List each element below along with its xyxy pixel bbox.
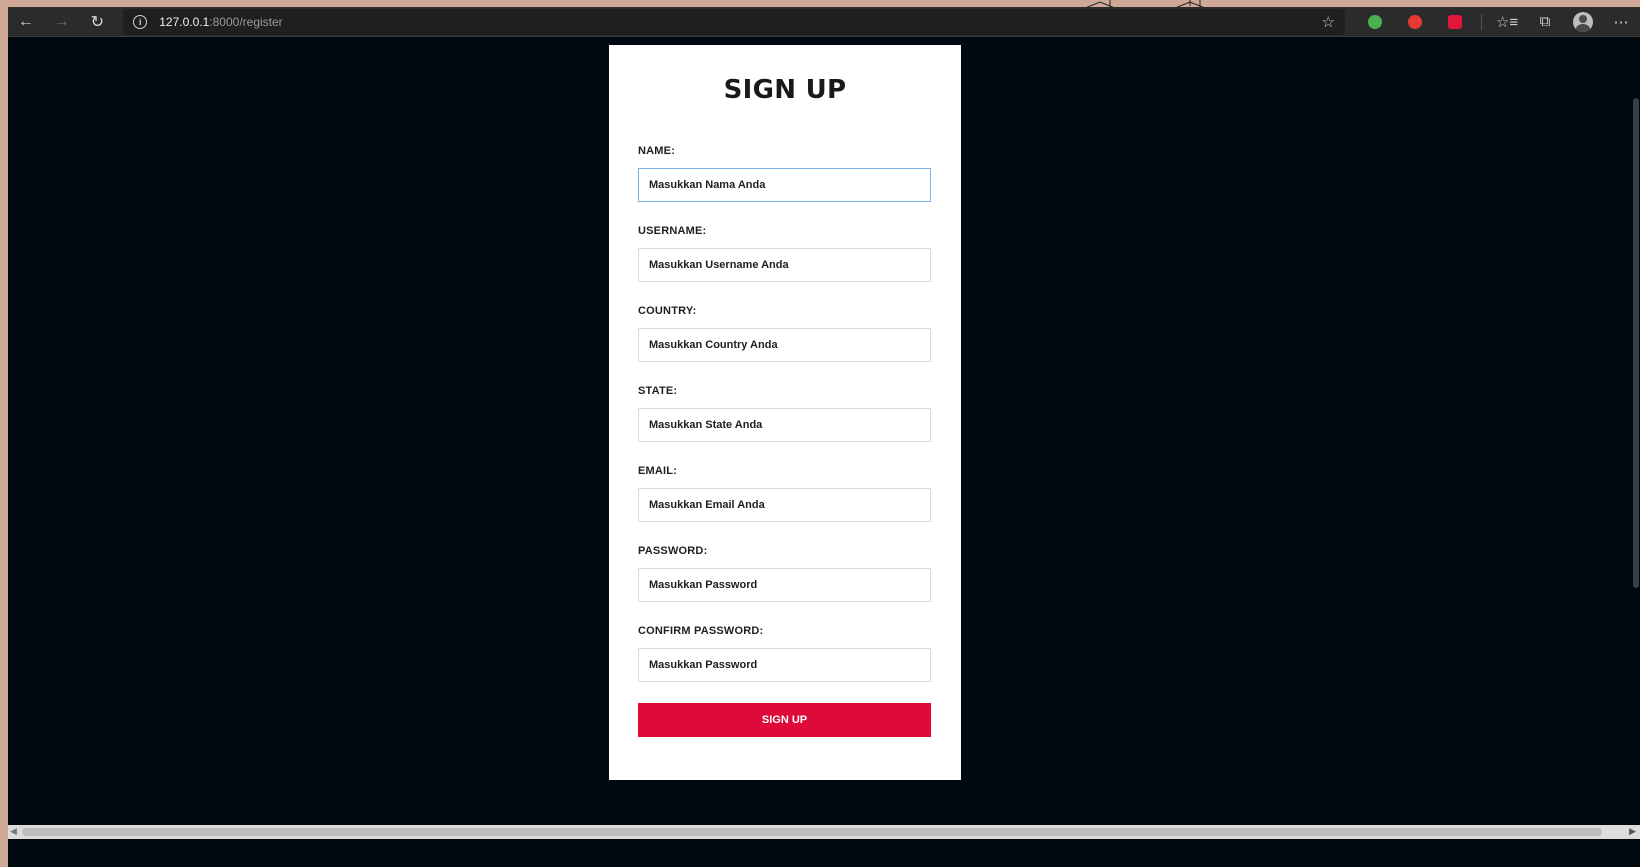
signup-card: SIGN UP NAME: USERNAME: COUNTRY: STATE: …: [609, 45, 961, 780]
add-favorite-icon[interactable]: ☆: [1322, 13, 1335, 31]
confirm-password-label: CONFIRM PASSWORD:: [638, 625, 764, 637]
extension-green-icon[interactable]: [1355, 7, 1395, 37]
scroll-left-icon[interactable]: ◀: [10, 826, 17, 837]
vertical-scroll-thumb[interactable]: [1633, 98, 1639, 588]
url-path: :8000/register: [209, 14, 283, 29]
signup-button[interactable]: SIGN UP: [638, 703, 931, 737]
username-label: USERNAME:: [638, 225, 707, 237]
horizontal-scrollbar[interactable]: ◀ ▶: [8, 825, 1640, 839]
state-input[interactable]: [638, 408, 931, 442]
favorites-icon[interactable]: ☆≡: [1488, 7, 1526, 37]
extensions-area: ☆≡ ⧉ ⋯: [1355, 7, 1640, 37]
page-title: SIGN UP: [723, 75, 847, 105]
browser-toolbar: ← → ↻ i 127.0.0.1 :8000/register ☆ ☆≡ ⧉: [8, 7, 1640, 37]
state-label: STATE:: [638, 385, 678, 397]
name-input[interactable]: [638, 168, 931, 202]
extension-green-swatch: [1367, 14, 1382, 29]
reload-icon[interactable]: ↻: [80, 7, 116, 37]
profile-icon[interactable]: [1564, 7, 1602, 37]
toolbar-separator: [1480, 13, 1482, 30]
extension-red-box-icon[interactable]: [1435, 7, 1475, 37]
more-icon[interactable]: ⋯: [1602, 7, 1640, 37]
extension-red-hand-icon[interactable]: [1395, 7, 1435, 37]
country-label: COUNTRY:: [638, 305, 697, 317]
horizontal-scroll-thumb[interactable]: [22, 828, 1602, 836]
avatar: [1572, 11, 1593, 32]
password-input[interactable]: [638, 568, 931, 602]
email-label: EMAIL:: [638, 465, 678, 477]
confirm-password-input[interactable]: [638, 648, 931, 682]
extension-red-hand-swatch: [1407, 14, 1422, 29]
address-bar[interactable]: i 127.0.0.1 :8000/register ☆: [123, 8, 1345, 35]
back-arrow-icon[interactable]: ←: [8, 7, 44, 37]
password-label: PASSWORD:: [638, 545, 708, 557]
extension-red-box-swatch: [1447, 14, 1462, 29]
url-host: 127.0.0.1: [159, 14, 210, 29]
email-input[interactable]: [638, 488, 931, 522]
collections-icon[interactable]: ⧉: [1526, 7, 1564, 37]
page-viewport: SIGN UP NAME: USERNAME: COUNTRY: STATE: …: [8, 38, 1640, 855]
browser-window: ← → ↻ i 127.0.0.1 :8000/register ☆ ☆≡ ⧉: [8, 7, 1640, 867]
forward-arrow-icon[interactable]: →: [44, 7, 80, 37]
username-input[interactable]: [638, 248, 931, 282]
info-icon[interactable]: i: [133, 14, 148, 29]
vertical-scrollbar[interactable]: [1630, 38, 1640, 826]
scroll-right-icon[interactable]: ▶: [1629, 826, 1636, 837]
name-label: NAME:: [638, 145, 676, 157]
country-input[interactable]: [638, 328, 931, 362]
